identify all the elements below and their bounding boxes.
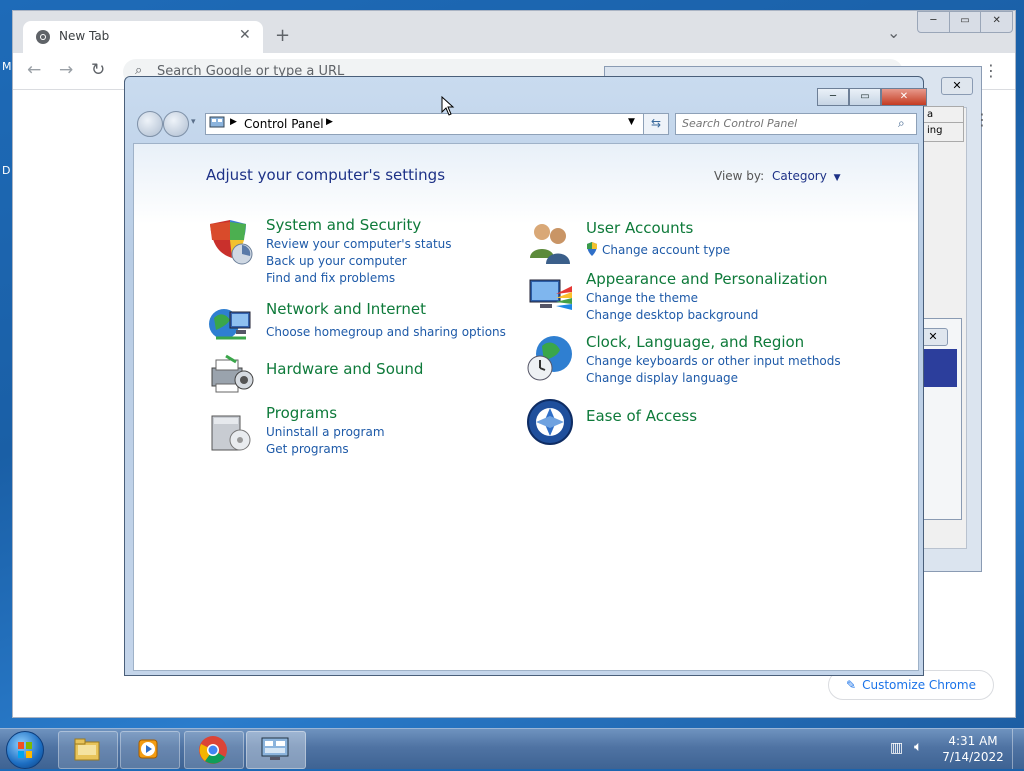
breadcrumb-chevron-icon[interactable]: ▶ [326,117,333,127]
search-box[interactable]: ⌕ [675,113,917,135]
forward-arrow-icon[interactable]: → [59,60,73,80]
link-change-desktop-background[interactable]: Change desktop background [586,308,758,322]
mouse-cursor-icon [441,96,455,116]
page-title: Adjust your computer's settings [206,166,446,184]
category-programs[interactable]: Programs [266,404,337,422]
link-find-fix[interactable]: Find and fix problems [266,271,395,285]
uac-shield-icon [587,242,597,256]
tab-search-button[interactable]: ⌄ [887,23,900,42]
programs-box-icon[interactable] [206,406,254,454]
control-panel-content: Adjust your computer's settings View by:… [133,143,919,671]
chrome-logo-icon [199,736,227,764]
maximize-button[interactable]: ▭ [950,12,982,32]
recent-pages-dropdown[interactable]: ▾ [191,117,196,127]
show-desktop-button[interactable] [1012,729,1024,769]
address-bar[interactable]: ▶ Control Panel ▶ ▼ [205,113,669,135]
category-system-and-security[interactable]: System and Security [266,216,421,234]
category-hardware-and-sound[interactable]: Hardware and Sound [266,360,423,378]
desktop-icon-label: D [2,164,11,177]
new-tab-button[interactable]: + [275,25,290,46]
taskbar-chrome-button[interactable] [184,731,244,769]
breadcrumb-control-panel[interactable]: Control Panel [244,117,324,131]
link-homegroup-sharing[interactable]: Choose homegroup and sharing options [266,325,506,339]
address-dropdown-icon[interactable]: ▼ [628,117,635,127]
media-player-icon [138,739,158,759]
taskbar-control-panel-button[interactable] [246,731,306,769]
link-review-status[interactable]: Review your computer's status [266,237,452,251]
refresh-button[interactable]: ⇆ [643,113,669,135]
windows-logo-icon [18,742,32,758]
close-button[interactable]: ✕ [981,12,1012,32]
network-globe-icon[interactable] [206,300,254,348]
link-change-account-type[interactable]: Change account type [602,243,730,257]
breadcrumb-chevron-icon[interactable]: ▶ [230,117,237,127]
back-button[interactable] [137,111,163,137]
shield-icon[interactable] [206,218,254,266]
chrome-caption-buttons: ─ ▭ ✕ [917,11,1013,33]
view-by-dropdown[interactable]: Category ▼ [772,169,841,183]
control-panel-icon [209,116,225,128]
search-input[interactable] [676,114,888,132]
kebab-menu-icon[interactable]: ⋮ [983,61,999,80]
clock-globe-icon[interactable] [526,334,574,382]
taskbar: ▥ 🔈︎ 4:31 AM 7/14/2022 [0,728,1024,769]
printer-icon[interactable] [206,350,254,398]
tab-title: New Tab [59,29,110,43]
customize-chrome-label: Customize Chrome [862,678,976,692]
desktop-icon-label: M [2,60,12,73]
control-panel-icon [261,737,289,760]
window-caption-buttons: ─ ▭ ✕ [817,88,927,106]
category-appearance-and-personalization[interactable]: Appearance and Personalization [586,270,828,288]
view-by-value: Category [772,169,827,183]
search-icon[interactable]: ⌕ [898,116,905,131]
monitor-paint-icon[interactable] [526,272,574,320]
link-back-up[interactable]: Back up your computer [266,254,407,268]
category-network-and-internet[interactable]: Network and Internet [266,300,426,318]
maximize-button[interactable]: ▭ [849,88,881,106]
link-uninstall-program[interactable]: Uninstall a program [266,425,385,439]
taskbar-explorer-button[interactable] [58,731,118,769]
minimize-button[interactable]: ─ [817,88,849,106]
minimize-button[interactable]: ─ [918,12,950,32]
selection-highlight [921,349,957,387]
link-change-theme[interactable]: Change the theme [586,291,698,305]
kebab-menu-icon[interactable]: ⋮ [974,110,990,129]
control-panel-window: ─ ▭ ✕ ▾ ▶ Control Panel ▶ ▼ ⇆ ⌕ Adjust y… [124,76,927,676]
link-change-display-language[interactable]: Change display language [586,371,738,385]
folder-icon [74,738,100,761]
reload-icon[interactable]: ↻ [91,60,105,80]
background-list-header: a ing [922,106,964,142]
volume-tray-icon[interactable]: 🔈︎ [914,739,922,755]
link-get-programs[interactable]: Get programs [266,442,349,456]
list-header-cell: a [923,107,963,123]
list-header-cell: ing [927,125,943,136]
forward-button[interactable] [163,111,189,137]
ease-of-access-icon[interactable] [526,398,574,446]
chrome-tab-new-tab[interactable]: New Tab ✕ [23,21,263,53]
content-header-band [134,144,918,224]
category-ease-of-access[interactable]: Ease of Access [586,407,697,425]
pencil-icon: ✎ [846,678,857,692]
close-icon[interactable]: ✕ [239,27,251,43]
category-clock-language-region[interactable]: Clock, Language, and Region [586,333,804,351]
back-arrow-icon[interactable]: ← [27,60,41,80]
system-clock[interactable]: 4:31 AM 7/14/2022 [940,733,1006,765]
users-icon[interactable] [526,218,574,266]
chevron-down-icon: ▼ [833,173,841,183]
start-button[interactable] [6,731,44,769]
chrome-logo-icon [36,30,50,44]
view-by-label: View by: [714,169,765,183]
clock-time: 4:31 AM [948,734,998,748]
link-change-keyboards[interactable]: Change keyboards or other input methods [586,354,841,368]
network-tray-icon[interactable]: ▥ [890,740,903,756]
category-user-accounts[interactable]: User Accounts [586,219,693,237]
clock-date: 7/14/2022 [942,750,1004,764]
close-button[interactable]: ✕ [881,88,927,106]
taskbar-media-player-button[interactable] [120,731,180,769]
close-button[interactable]: ✕ [941,77,973,95]
